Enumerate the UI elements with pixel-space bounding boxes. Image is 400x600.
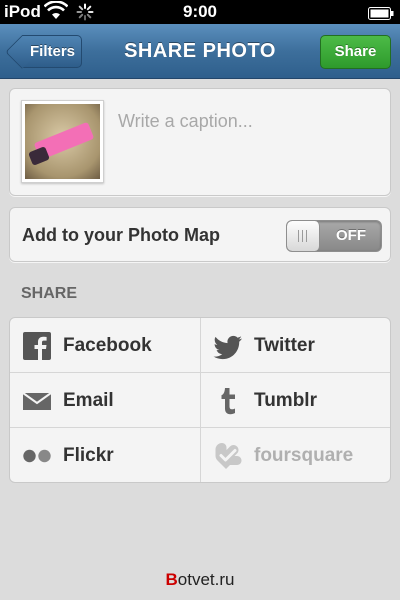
share-services-grid: Facebook Twitter Email Tumblr Flickr fou… [9,317,391,483]
share-flickr-label: Flickr [63,445,114,466]
tumblr-icon [213,386,243,416]
clock-label: 9:00 [182,2,218,21]
toggle-state-label: OFF [336,227,366,244]
navigation-bar: SHARE PHOTO Filters Share [0,24,400,79]
share-foursquare-label: foursquare [254,445,354,466]
photo-thumbnail [21,100,104,183]
share-facebook-label: Facebook [63,335,152,356]
toggle-knob[interactable] [287,221,320,251]
share-flickr[interactable]: Flickr [10,428,201,482]
share-tumblr[interactable]: Tumblr [201,373,390,428]
photo-map-label: Add to your Photo Map [22,225,220,245]
email-icon [22,386,52,416]
status-bar: iPod 9:00 [0,0,400,24]
watermark-initial: B [165,570,178,589]
facebook-icon [22,331,52,361]
filters-back-button[interactable]: Filters [22,35,82,68]
back-button-label: Filters [29,43,75,60]
share-section-header: SHARE [21,285,78,302]
share-facebook[interactable]: Facebook [10,318,201,373]
share-tumblr-label: Tumblr [254,390,317,411]
share-twitter-label: Twitter [254,335,315,356]
share-button[interactable]: Share [320,35,391,69]
caption-input[interactable] [118,106,378,136]
share-foursquare[interactable]: foursquare [201,428,390,482]
share-email-label: Email [63,390,114,411]
share-email[interactable]: Email [10,373,201,428]
watermark: Botvet.ru [0,570,400,590]
caption-card [9,88,391,196]
share-twitter[interactable]: Twitter [201,318,390,373]
photo-map-row: Add to your Photo Map OFF [9,207,391,262]
watermark-text: otvet.ru [177,570,235,589]
foursquare-icon [213,441,243,471]
battery-icon [368,5,394,25]
twitter-icon [213,331,243,361]
flickr-icon [22,441,52,471]
photo-map-toggle[interactable]: OFF [286,220,382,252]
